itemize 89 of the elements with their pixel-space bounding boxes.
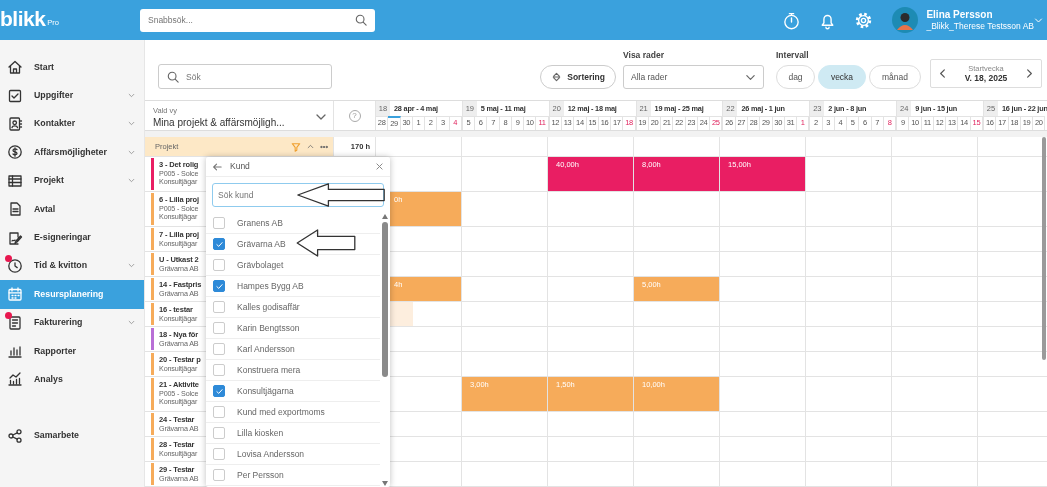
- customer-option[interactable]: Karin Bengtsson: [206, 318, 380, 339]
- previous-button[interactable]: [937, 68, 948, 79]
- invoice-icon: [7, 314, 23, 331]
- checkbox[interactable]: [213, 343, 225, 355]
- customer-option[interactable]: Karl Andersson: [206, 339, 380, 360]
- checkbox-icon: [7, 87, 23, 104]
- quick-search-field[interactable]: Snabbsök...: [140, 8, 375, 32]
- company-name: _Blikk_Therese Testsson AB: [926, 20, 1034, 32]
- clock-icon: [7, 257, 23, 274]
- stopwatch-icon[interactable]: [782, 10, 802, 30]
- customer-option[interactable]: Per Persson: [206, 465, 380, 486]
- calendar-icon: [7, 286, 23, 303]
- checkbox[interactable]: [213, 364, 225, 376]
- customer-option[interactable]: Lilla kiosken: [206, 423, 380, 444]
- grid-cell: [977, 437, 1047, 462]
- sidebar-item[interactable]: Tid & kvitton: [0, 251, 144, 281]
- user-name: Elina Persson: [926, 8, 994, 21]
- filter-icon[interactable]: [291, 141, 301, 152]
- customer-option[interactable]: Grävbolaget: [206, 255, 380, 276]
- view-select[interactable]: Mina projekt & affärsmöjligh...: [153, 115, 315, 129]
- sidebar-item[interactable]: Kontakter: [0, 109, 144, 139]
- close-icon[interactable]: [375, 162, 384, 171]
- scrollbar[interactable]: [382, 213, 388, 486]
- sidebar-item[interactable]: Affärsmöjligheter: [0, 138, 144, 167]
- sidebar-item[interactable]: E-signeringar: [0, 223, 144, 252]
- sidebar-item[interactable]: Samarbete: [0, 421, 144, 451]
- sidebar-item[interactable]: Analys: [0, 365, 144, 394]
- table-icon: [7, 172, 23, 189]
- customer-option[interactable]: Konsultjägarna: [206, 381, 380, 402]
- sort-icon: [551, 71, 563, 83]
- share-icon: [7, 427, 23, 444]
- customer-option[interactable]: Kund med exportmoms: [206, 402, 380, 423]
- chevron-left-icon: [937, 68, 948, 79]
- checkbox[interactable]: [213, 385, 225, 397]
- popover-title: Kund: [230, 160, 250, 173]
- rows-select[interactable]: Alla rader: [623, 65, 764, 89]
- grid-cell: [977, 377, 1047, 412]
- checkbox[interactable]: [213, 427, 225, 439]
- checkbox[interactable]: [213, 448, 225, 460]
- caret-up-icon[interactable]: [307, 143, 314, 150]
- field-label: Intervall: [776, 49, 810, 62]
- customer-option[interactable]: Granens AB: [206, 213, 380, 234]
- search-icon[interactable]: [355, 14, 367, 26]
- interval-button[interactable]: vecka: [818, 65, 866, 89]
- dollar-icon: [7, 144, 23, 161]
- contact-card-icon: [7, 115, 23, 132]
- customer-option[interactable]: Lovisa Andersson: [206, 444, 380, 465]
- sidebar-item[interactable]: Fakturering: [0, 308, 144, 337]
- customer-option[interactable]: Grävarna AB: [206, 234, 380, 255]
- signature-icon: [7, 229, 23, 246]
- checkbox[interactable]: [213, 406, 225, 418]
- checkbox[interactable]: [213, 322, 225, 334]
- interval-button[interactable]: månad: [869, 65, 921, 89]
- house-icon: [7, 59, 23, 76]
- search-icon: [167, 70, 179, 83]
- checkbox[interactable]: [213, 301, 225, 313]
- sidebar-item[interactable]: Avtal: [0, 194, 144, 224]
- checkbox[interactable]: [213, 217, 225, 229]
- checkbox[interactable]: [213, 238, 225, 250]
- sort-button[interactable]: Sortering: [540, 65, 616, 89]
- checkbox[interactable]: [213, 469, 225, 481]
- search-field[interactable]: Sök kund: [212, 183, 384, 207]
- logo: blikk: [0, 8, 46, 29]
- sidebar-item[interactable]: Start: [0, 53, 144, 82]
- checkbox[interactable]: [213, 280, 225, 292]
- next-button[interactable]: [1024, 68, 1035, 79]
- check-icon: [214, 239, 224, 249]
- scrollbar[interactable]: [1042, 137, 1046, 360]
- grid-cell: [977, 462, 1047, 487]
- avatar[interactable]: [892, 7, 919, 33]
- settings-icon[interactable]: [854, 10, 874, 30]
- chevron-right-icon: [1024, 68, 1035, 79]
- customer-option[interactable]: Kalles godisaffär: [206, 297, 380, 318]
- interval-button[interactable]: dag: [776, 65, 815, 89]
- back-arrow-icon[interactable]: [212, 161, 222, 172]
- check-icon: [214, 386, 224, 396]
- checkbox[interactable]: [213, 259, 225, 271]
- document-icon: [7, 201, 23, 218]
- grid-cell: [977, 412, 1047, 437]
- week-value: V. 18, 2025: [964, 72, 1008, 84]
- check-icon: [214, 281, 224, 291]
- field-label: Visa rader: [623, 49, 665, 62]
- customer-option[interactable]: Konstruera mera: [206, 360, 380, 381]
- sidebar-item[interactable]: Rapporter: [0, 336, 144, 366]
- search-field[interactable]: Sök: [158, 64, 332, 89]
- customer-option[interactable]: Hampes Bygg AB: [206, 276, 380, 297]
- sidebar-item[interactable]: Projekt: [0, 166, 144, 195]
- line-chart-icon: [7, 371, 23, 388]
- sidebar-item[interactable]: Uppgifter: [0, 81, 144, 110]
